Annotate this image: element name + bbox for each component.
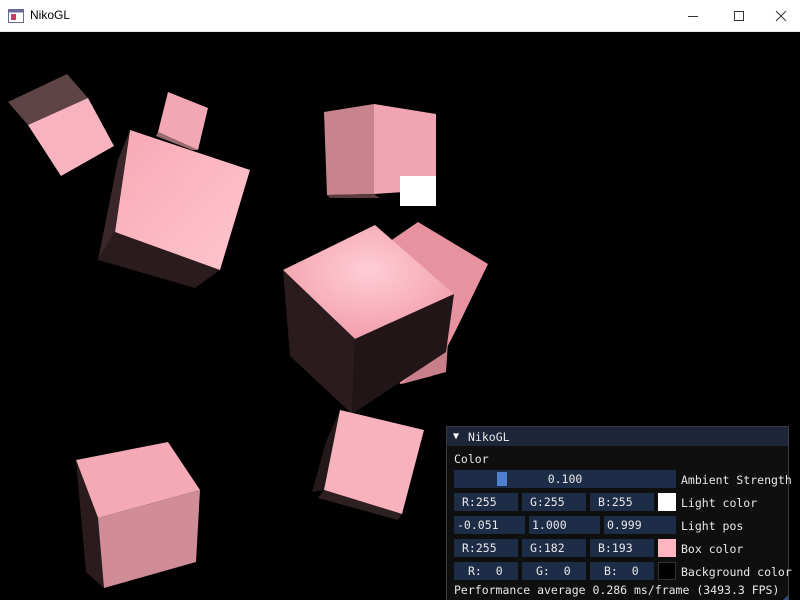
light-pos-label: Light pos bbox=[681, 519, 744, 533]
close-icon bbox=[775, 10, 787, 22]
box-color-b-field[interactable]: B:193 bbox=[590, 539, 654, 557]
performance-text: Performance average 0.286 ms/frame (3493… bbox=[454, 583, 780, 597]
app-icon bbox=[8, 9, 24, 23]
minimize-icon bbox=[688, 16, 698, 17]
light-color-label: Light color bbox=[681, 496, 758, 510]
ambient-strength-slider[interactable]: 0.100 bbox=[454, 470, 676, 488]
minimize-button[interactable] bbox=[670, 0, 716, 32]
window-title: NikoGL bbox=[30, 8, 71, 22]
title-bar[interactable]: NikoGL bbox=[0, 0, 800, 32]
render-viewport[interactable]: ▼ NikoGL Color 0.100 Ambient Strength R:… bbox=[0, 32, 800, 600]
maximize-icon bbox=[734, 11, 744, 21]
collapse-arrow-icon[interactable]: ▼ bbox=[453, 431, 459, 442]
cube bbox=[8, 74, 114, 176]
light-pos-y-field[interactable]: 1.000 bbox=[529, 516, 600, 534]
cube bbox=[98, 130, 250, 288]
background-color-swatch[interactable] bbox=[658, 562, 676, 580]
background-color-label: Background color bbox=[681, 565, 792, 579]
nikogl-panel[interactable]: ▼ NikoGL Color 0.100 Ambient Strength R:… bbox=[446, 426, 792, 600]
light-pos-z-field[interactable]: 0.999 bbox=[604, 516, 676, 534]
maximize-button[interactable] bbox=[716, 0, 762, 32]
box-color-g-field[interactable]: G:182 bbox=[522, 539, 586, 557]
light-color-r-field[interactable]: R:255 bbox=[454, 493, 518, 511]
resize-grip[interactable] bbox=[776, 595, 788, 600]
box-color-swatch[interactable] bbox=[658, 539, 676, 557]
color-section-label: Color bbox=[454, 452, 489, 466]
cube bbox=[312, 410, 424, 520]
box-color-label: Box color bbox=[681, 542, 744, 556]
ambient-strength-value: 0.100 bbox=[547, 472, 583, 486]
light-pos-x-field[interactable]: -0.051 bbox=[454, 516, 525, 534]
cube bbox=[283, 222, 488, 414]
panel-title: NikoGL bbox=[468, 429, 510, 444]
close-button[interactable] bbox=[758, 0, 800, 32]
ambient-strength-label: Ambient Strength bbox=[681, 473, 792, 487]
background-color-r-field[interactable]: R: 0 bbox=[454, 562, 518, 580]
background-color-b-field[interactable]: B: 0 bbox=[590, 562, 654, 580]
light-source bbox=[400, 176, 436, 206]
light-color-b-field[interactable]: B:255 bbox=[590, 493, 654, 511]
cube bbox=[76, 442, 200, 588]
light-color-g-field[interactable]: G:255 bbox=[522, 493, 586, 511]
box-color-r-field[interactable]: R:255 bbox=[454, 539, 518, 557]
panel-title-bar[interactable]: ▼ NikoGL bbox=[447, 427, 788, 446]
light-color-swatch[interactable] bbox=[658, 493, 676, 511]
background-color-g-field[interactable]: G: 0 bbox=[522, 562, 586, 580]
